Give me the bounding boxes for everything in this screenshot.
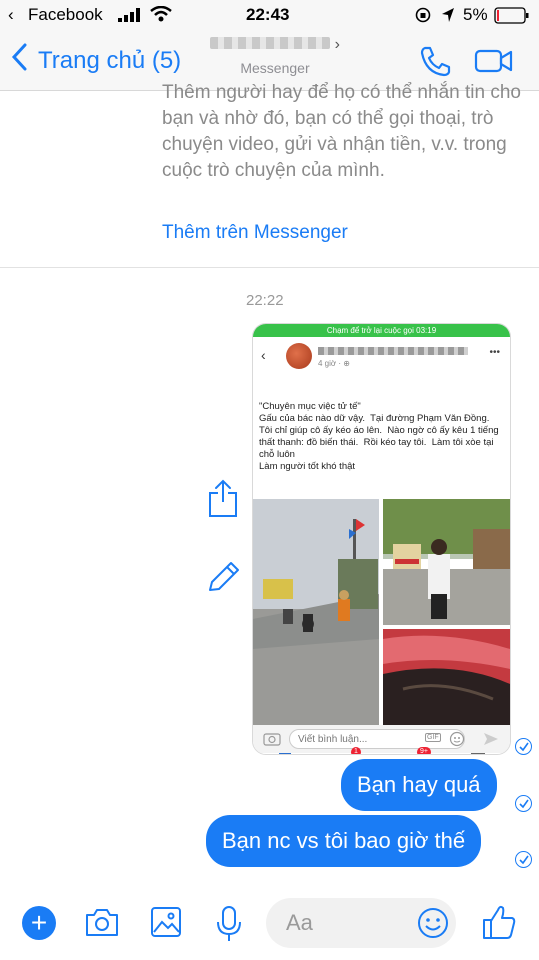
battery-icon	[494, 7, 530, 29]
message-input[interactable]: Aa	[266, 898, 456, 948]
post-photos	[253, 499, 510, 725]
sent-message[interactable]: Bạn nc vs tôi bao giờ thế	[206, 815, 482, 867]
add-on-messenger-link[interactable]: Thêm trên Messenger	[162, 222, 348, 244]
status-bar: ‹ Facebook 22:43 5%	[0, 0, 539, 30]
divider	[0, 267, 539, 268]
edit-pencil-icon[interactable]	[206, 560, 242, 599]
post-header: ‹ 4 giờ · ⊕ •••	[253, 337, 510, 377]
chevron-left-icon	[10, 42, 28, 79]
avatar	[286, 343, 312, 369]
sent-message[interactable]: Bạn hay quá	[341, 759, 497, 811]
microphone-icon[interactable]	[216, 906, 242, 947]
video-call-icon[interactable]	[474, 48, 514, 79]
post-text: "Chuyên mục việc tử tế" Gấu của bác nào …	[259, 401, 499, 472]
share-icon[interactable]	[207, 478, 239, 523]
timestamp-text: 22:22	[246, 292, 284, 309]
location-icon	[441, 7, 455, 28]
notification-badge: 9+	[417, 747, 431, 754]
read-receipt-icon	[515, 795, 532, 812]
gallery-icon[interactable]	[150, 906, 182, 943]
return-to-call-bar: Chạm để trở lại cuộc gọi 03:19	[253, 324, 510, 337]
like-thumb-icon[interactable]	[482, 904, 516, 945]
comment-bar: Viết bình luận... GIF	[253, 725, 510, 753]
back-label: Trang chủ (5)	[38, 46, 182, 74]
orientation-lock-icon	[415, 7, 431, 28]
comment-placeholder: Viết bình luận...	[298, 734, 368, 745]
photo-street-1	[253, 499, 379, 725]
message-input-placeholder: Aa	[286, 910, 313, 935]
feed-tab-icon	[279, 753, 291, 754]
photo-scooter-closeup	[383, 629, 510, 725]
conversation-title[interactable]: › Messenger	[200, 36, 350, 76]
wifi-icon	[150, 5, 172, 27]
more-actions-button[interactable]: +	[22, 906, 56, 940]
chevron-right-icon: ›	[334, 36, 340, 53]
tab-bar-strip: 1 9+	[253, 747, 510, 754]
send-icon	[483, 731, 499, 752]
contact-name-blurred	[210, 37, 331, 49]
back-button[interactable]: Trang chủ (5)	[10, 42, 181, 79]
notification-badge: 1	[351, 747, 361, 754]
more-options-icon: •••	[489, 347, 500, 358]
post-time: 4 giờ · ⊕	[318, 359, 350, 368]
chevron-left-icon: ‹	[261, 347, 266, 363]
status-carrier-icon: ‹	[8, 5, 14, 24]
nav-subtitle: Messenger	[240, 60, 310, 76]
signal-icon	[118, 8, 142, 27]
emoji-icon[interactable]	[416, 906, 450, 945]
read-receipt-icon	[515, 851, 532, 868]
phone-call-icon[interactable]	[418, 44, 452, 83]
add-contact-info-text: Thêm người hay để họ có thể nhắn tin cho…	[162, 82, 521, 181]
status-time: 22:43	[246, 5, 290, 24]
camera-icon[interactable]	[84, 906, 120, 943]
menu-icon	[471, 753, 485, 754]
gif-icon: GIF	[425, 733, 441, 742]
photo-street-2	[383, 499, 510, 625]
status-carrier: Facebook	[28, 5, 103, 24]
read-receipt-icon	[515, 738, 532, 755]
poster-name-blurred	[318, 347, 468, 355]
battery-percent: 5%	[463, 5, 488, 24]
camera-icon	[263, 731, 281, 751]
shared-screenshot-message[interactable]: Chạm để trở lại cuộc gọi 03:19 ‹ 4 giờ ·…	[252, 323, 511, 755]
sticker-icon	[449, 731, 465, 752]
